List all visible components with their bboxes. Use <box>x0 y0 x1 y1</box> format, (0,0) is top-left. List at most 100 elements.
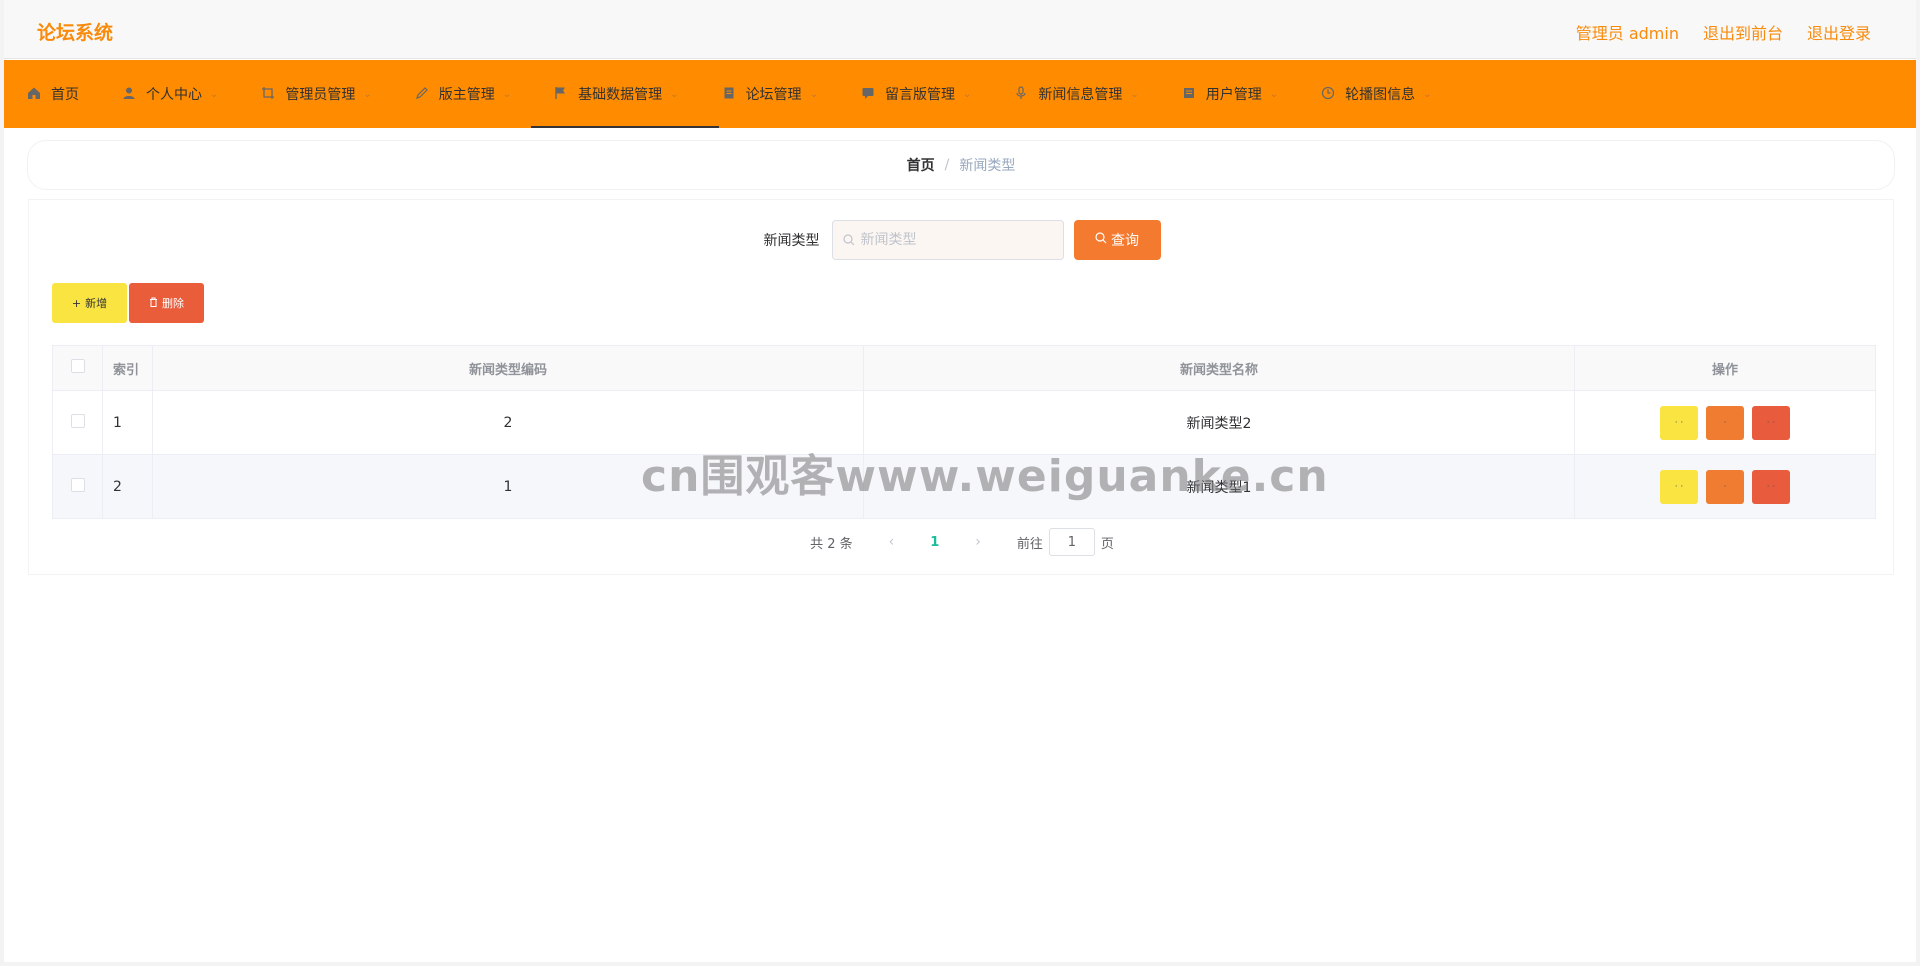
page-suffix: 页 <box>1100 536 1114 552</box>
column-header-name: 新闻类型名称 <box>863 345 1575 391</box>
nav-item-label: 新闻信息管理 <box>1038 87 1123 103</box>
pagination-goto: 前往 页 <box>1017 528 1114 556</box>
chevron-down-icon: ⌄ <box>809 88 818 100</box>
breadcrumb-separator: / <box>944 157 950 173</box>
column-header-code: 新闻类型编码 <box>152 345 864 391</box>
view-button[interactable]: · · <box>1660 405 1698 440</box>
select-all-checkbox[interactable] <box>70 359 85 373</box>
chevron-down-icon: ⌄ <box>962 88 972 100</box>
select-all-cell <box>52 345 103 391</box>
chevron-down-icon: ⌄ <box>670 88 679 100</box>
nav-item-label: 版主管理 <box>438 87 495 103</box>
row-delete-button[interactable]: · · <box>1752 469 1790 504</box>
chevron-left-icon[interactable]: ‹ <box>889 534 895 550</box>
nav-item-moderator[interactable]: 版主管理 ⌄ <box>414 60 533 128</box>
nav-item-home[interactable]: 首页 <box>26 60 101 128</box>
nav-item-label: 轮播图信息 <box>1345 87 1416 103</box>
nav-item-label: 基础数据管理 <box>578 87 663 103</box>
nav-item-basic-data[interactable]: 基础数据管理 ⌄ <box>531 60 720 128</box>
row-index: 2 <box>102 454 153 519</box>
row-checkbox[interactable] <box>70 477 85 492</box>
news-type-table: 索引 新闻类型编码 新闻类型名称 操作 1 2 新闻类型2 · · · · · … <box>52 345 1876 519</box>
top-bar: 论坛系统 管理员 admin 退出到前台 退出登录 <box>4 0 1916 59</box>
page-number[interactable]: 1 <box>930 535 939 550</box>
user-icon <box>121 86 137 102</box>
breadcrumb-home[interactable]: 首页 <box>907 155 935 175</box>
chevron-down-icon: ⌄ <box>502 88 512 100</box>
main-nav: 首页 个人中心 ⌄ 管理员管理 ⌄ 版主管理 ⌄ 基础数据管理 ⌄ 论坛管理 ⌄… <box>4 60 1916 128</box>
query-button-label: 查询 <box>1111 233 1139 249</box>
table-row: 1 2 新闻类型2 · · · · · <box>52 390 1876 455</box>
goto-page-input[interactable] <box>1048 528 1095 556</box>
pagination-total: 共 2 条 <box>810 536 853 552</box>
clock-icon <box>1320 86 1336 102</box>
table-row: 2 1 新闻类型1 · · · · · <box>52 454 1876 519</box>
pagination: 共 2 条 ‹ 1 › 前往 页 <box>29 528 1895 556</box>
row-check-cell <box>52 454 103 519</box>
delete-button-label: 删除 <box>162 297 184 310</box>
message-icon <box>860 86 876 102</box>
row-checkbox[interactable] <box>70 413 85 428</box>
chevron-down-icon: ⌄ <box>363 88 372 100</box>
action-bar: + 新增 删除 <box>52 283 204 323</box>
row-name: 新闻类型2 <box>863 390 1575 455</box>
row-code: 1 <box>152 454 864 519</box>
search-field[interactable] <box>831 220 1064 260</box>
add-button-label: 新增 <box>85 297 108 310</box>
row-name: 新闻类型1 <box>863 454 1575 519</box>
admin-user-label[interactable]: 管理员 admin <box>1576 20 1679 44</box>
edit-icon <box>414 86 430 102</box>
delete-button[interactable]: 删除 <box>129 283 204 323</box>
exit-to-front-link[interactable]: 退出到前台 <box>1703 20 1783 44</box>
chevron-down-icon: ⌄ <box>1130 88 1139 100</box>
goto-label: 前往 <box>1016 536 1043 552</box>
column-header-index: 索引 <box>102 345 153 391</box>
chevron-down-icon: ⌄ <box>1269 88 1279 100</box>
query-button[interactable]: 查询 <box>1073 220 1161 260</box>
chevron-down-icon: ⌄ <box>210 88 219 100</box>
home-icon <box>26 86 42 102</box>
nav-item-label: 首页 <box>51 87 79 103</box>
nav-item-users[interactable]: 用户管理 ⌄ <box>1181 60 1300 128</box>
view-button[interactable]: · · <box>1660 469 1698 504</box>
breadcrumb: 首页 / 新闻类型 <box>28 141 1894 189</box>
search-input[interactable] <box>860 232 1051 248</box>
edit-button[interactable]: · <box>1706 469 1744 504</box>
document-icon <box>1181 86 1197 102</box>
trash-icon <box>149 297 158 310</box>
column-header-actions: 操作 <box>1574 345 1876 391</box>
top-right-links: 管理员 admin 退出到前台 退出登录 <box>1576 20 1871 44</box>
row-actions: · · · · · <box>1574 390 1876 455</box>
app-window: 论坛系统 管理员 admin 退出到前台 退出登录 首页 个人中心 ⌄ 管理员管… <box>4 0 1916 962</box>
document-icon <box>721 86 737 102</box>
nav-item-label: 留言版管理 <box>884 87 955 103</box>
logout-link[interactable]: 退出登录 <box>1807 20 1871 44</box>
nav-item-message-board[interactable]: 留言版管理 ⌄ <box>860 60 993 128</box>
row-actions: · · · · · <box>1574 454 1876 519</box>
edit-button[interactable]: · <box>1706 405 1744 440</box>
nav-item-admin[interactable]: 管理员管理 ⌄ <box>260 60 393 128</box>
nav-item-label: 论坛管理 <box>745 87 802 103</box>
brand-title: 论坛系统 <box>37 22 114 44</box>
search-form: 新闻类型 查询 <box>29 220 1895 260</box>
table-header-row: 索引 新闻类型编码 新闻类型名称 操作 <box>52 345 1876 391</box>
microphone-icon <box>1013 86 1029 102</box>
nav-item-label: 管理员管理 <box>285 87 356 103</box>
add-button[interactable]: + 新增 <box>52 283 127 323</box>
row-delete-button[interactable]: · · <box>1752 405 1790 440</box>
content-panel: 新闻类型 查询 + 新增 <box>28 199 1894 575</box>
nav-item-profile[interactable]: 个人中心 ⌄ <box>121 60 240 128</box>
breadcrumb-current: 新闻类型 <box>959 158 1016 174</box>
chevron-right-icon[interactable]: › <box>975 534 981 550</box>
chevron-down-icon: ⌄ <box>1423 88 1432 100</box>
search-label: 新闻类型 <box>763 233 820 249</box>
plus-icon: + <box>71 296 82 310</box>
nav-item-label: 用户管理 <box>1205 87 1262 103</box>
nav-item-carousel[interactable]: 轮播图信息 ⌄ <box>1320 60 1453 128</box>
nav-item-label: 个人中心 <box>146 87 202 103</box>
search-icon <box>1095 232 1107 248</box>
row-code: 2 <box>152 390 864 455</box>
row-index: 1 <box>102 390 153 455</box>
nav-item-forum[interactable]: 论坛管理 ⌄ <box>721 60 840 128</box>
nav-item-news[interactable]: 新闻信息管理 ⌄ <box>1013 60 1160 128</box>
